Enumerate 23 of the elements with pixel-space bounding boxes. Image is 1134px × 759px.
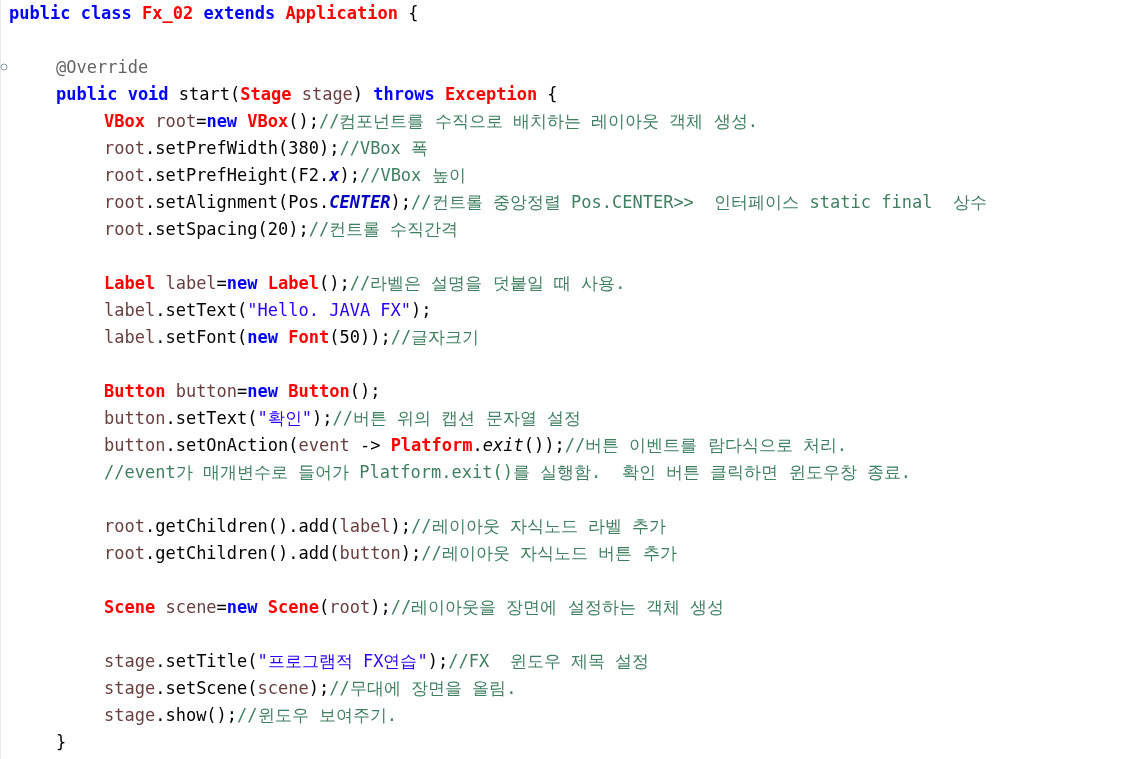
code-line: Button button=new Button(); [104,380,381,403]
code-line: button.setOnAction(event -> Platform.exit());//버튼 이벤트를 람다식으로 처리. [104,434,848,457]
code-line: VBox root=new VBox();//컴포넌트를 수직으로 배치하는 레이아웃 객체 생성. [104,110,758,133]
code-line: stage.setScene(scene);//무대에 장면을 올림. [104,677,517,700]
code-line: root.setPrefHeight(F2.x);//VBox 높이 [104,164,466,187]
code-line: root.getChildren().add(button);//레이아웃 자식노드 버튼 추가 [104,542,677,565]
code-line: root.setPrefWidth(380);//VBox 폭 [104,137,429,160]
code-line: label.setFont(new Font(50));//글자크기 [104,326,480,349]
code-line: Label label=new Label();//라벨은 설명을 덧붙일 때 사용. [104,272,626,295]
code-line: @Override [56,56,149,79]
code-line: root.setAlignment(Pos.CENTER);//컨트롤 중앙정렬 Pos.CENTER>> 인터페이스 static final 상수 [104,191,987,214]
code-line: root.getChildren().add(label);//레이아웃 자식노드 라벨 추가 [104,515,667,538]
code-line: //event가 매개변수로 들어가 Platform.exit()를 실행함. 확인 버튼 클릭하면 윈도우창 종료. [104,461,911,484]
code-line: } [56,731,67,754]
code-line: Scene scene=new Scene(root);//레이아웃을 장면에 설정하는 객체 생성 [104,596,725,619]
code-line: label.setText("Hello. JAVA FX"); [104,299,432,322]
code-line: stage.show();//윈도우 보여주기. [104,704,398,727]
code-line: root.setSpacing(20);//컨트롤 수직간격 [104,218,459,241]
fold-marker-icon[interactable] [0,63,8,71]
code-line: public class Fx_02 extends Application { [9,2,419,25]
code-line: button.setText("확인");//버튼 위의 캡션 문자열 설정 [104,407,581,430]
code-line: stage.setTitle("프로그램적 FX연습");//FX 윈도우 제목 설정 [104,650,650,673]
code-line: public void start(Stage stage) throws Exception { [56,83,558,106]
